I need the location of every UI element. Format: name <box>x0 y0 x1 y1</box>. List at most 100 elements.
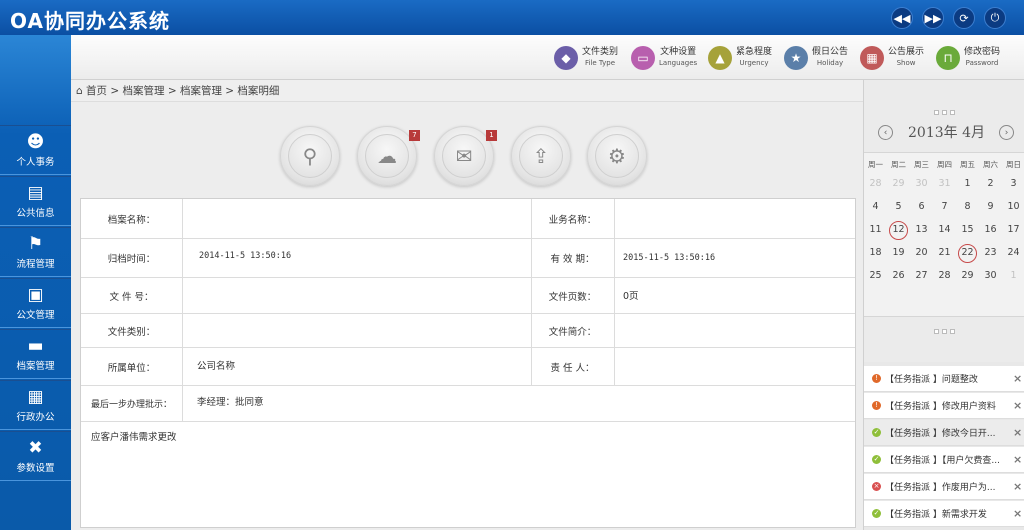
calendar-day[interactable]: 21 <box>933 244 956 262</box>
calendar-drag-handle[interactable] <box>934 110 956 116</box>
calendar-panel: ‹ 2013年 4月 › 周一 周二 周三 周四 周五 周六 周日 28 29 30 31 1 2 3 4 5… <box>863 80 1024 362</box>
mail-button[interactable]: ✉ 1 <box>434 126 497 186</box>
close-icon[interactable]: × <box>1013 480 1022 493</box>
close-icon[interactable]: × <box>1013 453 1022 466</box>
refresh-icon[interactable]: ⟳ <box>953 7 975 29</box>
form-row: 档案名称： 业务名称： <box>81 199 855 239</box>
search-button[interactable]: ⚲ <box>280 126 340 186</box>
sidebar-item-label: 个人事务 <box>16 157 55 168</box>
mail-badge: 1 <box>486 130 497 141</box>
inbox-button[interactable]: ⇪ <box>511 126 571 186</box>
calendar-day[interactable]: 29 <box>887 175 910 193</box>
calendar-day[interactable]: 28 <box>864 175 887 193</box>
home-icon[interactable]: ⌂ <box>76 85 83 97</box>
calendar-day[interactable]: 28 <box>933 267 956 285</box>
calendar-day[interactable]: 30 <box>910 175 933 193</box>
breadcrumb-text[interactable]: 首页 > 档案管理 > 档案管理 > 档案明细 <box>86 85 279 97</box>
calendar-day[interactable]: 10 <box>1002 198 1024 216</box>
calendar-weekday: 周二 <box>891 160 906 169</box>
calendar-day[interactable]: 7 <box>933 198 956 216</box>
sidebar-item-archives[interactable]: ▬ 档案管理 <box>0 329 71 379</box>
toolbar-label: 假日公告 <box>812 47 849 57</box>
calendar-day[interactable]: 22 <box>958 244 977 263</box>
toolbar-file-type[interactable]: ◆ 文件类别 File Type <box>554 44 618 72</box>
toolbar-password[interactable]: ⊓ 修改密码 Password <box>936 44 1000 72</box>
fast-forward-icon[interactable]: ▶▶ <box>922 7 944 29</box>
calendar-day[interactable]: 30 <box>979 267 1002 285</box>
file-type-value <box>193 314 523 347</box>
calendar-day[interactable]: 2 <box>979 175 1002 193</box>
calendar-day[interactable]: 4 <box>864 198 887 216</box>
calendar-day[interactable]: 3 <box>1002 175 1024 193</box>
calendar-day[interactable]: 12 <box>889 221 908 240</box>
task-item[interactable]: × 【任务指派 】作废用户为... × <box>864 474 1024 500</box>
calendar-day[interactable]: 13 <box>910 221 933 239</box>
task-item[interactable]: ✓ 【任务指派 】修改今日开... × <box>864 420 1024 446</box>
file-pages-label: 文件页数： <box>548 291 597 303</box>
settings-button[interactable]: ⚙ <box>587 126 647 186</box>
toolbar-sublabel: Urgency <box>739 59 769 67</box>
task-item[interactable]: ! 【任务指派 】修改用户资料 × <box>864 393 1024 419</box>
toolbar-languages[interactable]: ▭ 文种设置 Languages <box>631 44 697 72</box>
task-text: 【任务指派 】修改今日开... <box>885 429 996 439</box>
calendar-day[interactable]: 25 <box>864 267 887 285</box>
calendar-day[interactable]: 1 <box>1002 267 1024 285</box>
briefcase-icon: ▣ <box>27 285 44 305</box>
calendar-next-button[interactable]: › <box>999 125 1014 140</box>
calendar-day[interactable]: 27 <box>910 267 933 285</box>
toolbar-label: 修改密码 <box>964 47 1001 57</box>
close-icon[interactable]: × <box>1013 399 1022 412</box>
calendar-day[interactable]: 17 <box>1002 221 1024 239</box>
last-step-value: 李经理：批同意 <box>197 397 264 408</box>
form-row: 所属单位： 公司名称 责 任 人： <box>81 348 855 386</box>
task-item[interactable]: ! 【任务指派 】问题整改 × <box>864 366 1024 392</box>
calendar-day[interactable]: 20 <box>910 244 933 262</box>
toolbar-label: 文件类别 <box>582 47 619 57</box>
power-icon[interactable]: ⏻ <box>984 7 1006 29</box>
calendar-day[interactable]: 23 <box>979 244 1002 262</box>
calendar-day[interactable]: 15 <box>956 221 979 239</box>
calendar-day[interactable]: 6 <box>910 198 933 216</box>
calendar-day[interactable]: 31 <box>933 175 956 193</box>
sidebar-item-workflow[interactable]: ⚑ 流程管理 <box>0 227 71 277</box>
close-icon[interactable]: × <box>1013 426 1022 439</box>
file-intro-label: 文件简介： <box>548 326 597 338</box>
sidebar-item-administration[interactable]: ▦ 行政办公 <box>0 380 71 430</box>
calendar-day[interactable]: 26 <box>887 267 910 285</box>
close-icon[interactable]: × <box>1013 372 1022 385</box>
chat-icon: ☁ <box>365 134 409 178</box>
rewind-icon[interactable]: ◀◀ <box>891 7 913 29</box>
calendar-day[interactable]: 8 <box>956 198 979 216</box>
toolbar-show[interactable]: ▦ 公告展示 Show <box>860 44 924 72</box>
star-icon: ★ <box>784 46 808 70</box>
sidebar-item-personal[interactable]: ☻ 个人事务 <box>0 125 71 175</box>
sidebar-item-public-info[interactable]: ▤ 公共信息 <box>0 176 71 226</box>
calendar-day[interactable]: 9 <box>979 198 1002 216</box>
calendar-day[interactable]: 16 <box>979 221 1002 239</box>
calendar-day[interactable]: 29 <box>956 267 979 285</box>
close-icon[interactable]: × <box>1013 507 1022 520</box>
sidebar: ☻ 个人事务 ▤ 公共信息 ⚑ 流程管理 ▣ 公文管理 ▬ 档案管理 ▦ 行政办… <box>0 35 71 530</box>
warning-icon: ▲ <box>708 46 732 70</box>
person-icon: ☻ <box>26 132 45 152</box>
calendar-day[interactable]: 5 <box>887 198 910 216</box>
calendar-day[interactable]: 14 <box>933 221 956 239</box>
toolbar: ◆ 文件类别 File Type ▭ 文种设置 Languages ▲ 紧急程度 Ur… <box>71 35 1024 80</box>
toolbar-sublabel: Password <box>965 59 999 67</box>
messages-button[interactable]: ☁ 7 <box>357 126 420 186</box>
task-item[interactable]: ✓ 【任务指派 】新需求开发 × <box>864 501 1024 527</box>
calendar-day[interactable]: 19 <box>887 244 910 262</box>
sidebar-item-settings[interactable]: ✖ 参数设置 <box>0 431 71 481</box>
toolbar-holiday[interactable]: ★ 假日公告 Holiday <box>784 44 848 72</box>
calendar-day[interactable]: 24 <box>1002 244 1024 262</box>
calendar-bottom-handle[interactable] <box>934 329 956 335</box>
calendar-prev-button[interactable]: ‹ <box>878 125 893 140</box>
toolbar-urgency[interactable]: ▲ 紧急程度 Urgency <box>708 44 772 72</box>
calendar-day[interactable]: 18 <box>864 244 887 262</box>
task-item[interactable]: ✓ 【任务指派 】【用户欠费查... × <box>864 447 1024 473</box>
calendar-day[interactable]: 11 <box>864 221 887 239</box>
calendar-day[interactable]: 1 <box>956 175 979 193</box>
sidebar-item-documents[interactable]: ▣ 公文管理 <box>0 278 71 328</box>
file-intro-value <box>623 314 843 347</box>
last-step-label: 最后一步办理批示： <box>90 400 172 410</box>
